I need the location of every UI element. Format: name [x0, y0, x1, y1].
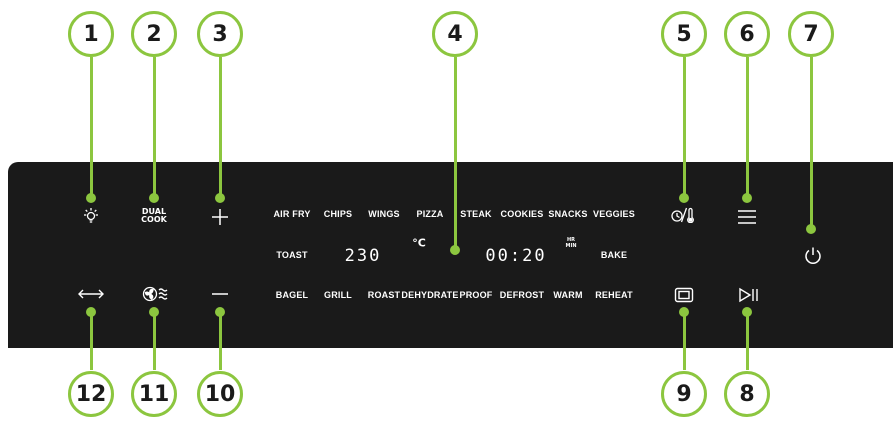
callout-leader-3: [219, 57, 222, 197]
callout-badge-4: 4: [432, 11, 478, 57]
callout-dot-5: [679, 193, 689, 203]
callout-dot-6: [742, 193, 752, 203]
callout-badge-5: 5: [661, 11, 707, 57]
callout-leader-9: [683, 312, 686, 370]
control-panel: [8, 162, 893, 348]
mode-pizza[interactable]: PIZZA: [417, 209, 444, 219]
mode-cookies[interactable]: COOKIES: [501, 209, 544, 219]
sync-button[interactable]: [78, 288, 104, 300]
mode-air-fry[interactable]: AIR FRY: [273, 209, 310, 219]
menu-button[interactable]: [737, 209, 757, 225]
timer-temp-button[interactable]: [671, 207, 697, 223]
play-pause-icon: [738, 287, 760, 303]
dual-cook-label-2: COOK: [141, 215, 167, 224]
callout-dot-9: [679, 307, 689, 317]
mode-defrost[interactable]: DEFROST: [500, 290, 544, 300]
timer-thermometer-icon: [671, 207, 697, 223]
callout-dot-8: [742, 307, 752, 317]
mode-reheat[interactable]: REHEAT: [595, 290, 633, 300]
callout-badge-1: 1: [68, 11, 114, 57]
light-button[interactable]: [82, 207, 100, 225]
oven-window-button[interactable]: [674, 287, 694, 303]
callout-badge-8: 8: [724, 371, 770, 417]
callout-leader-12: [90, 312, 93, 370]
menu-icon: [737, 209, 757, 225]
callout-leader-8: [746, 312, 749, 370]
callout-dot-7: [806, 224, 816, 234]
callout-leader-6: [746, 57, 749, 197]
callout-leader-2: [153, 57, 156, 197]
callout-dot-2: [149, 193, 159, 203]
mode-bake[interactable]: BAKE: [601, 250, 627, 260]
callout-dot-1: [86, 193, 96, 203]
time-display: 00:20: [485, 246, 547, 266]
callout-leader-1: [90, 57, 93, 197]
plus-button[interactable]: [210, 207, 230, 227]
mode-snacks[interactable]: SNACKS: [548, 209, 587, 219]
mode-bagel[interactable]: BAGEL: [276, 290, 309, 300]
fan-speed-button[interactable]: [142, 286, 170, 302]
callout-dot-11: [149, 307, 159, 317]
callout-leader-4: [454, 57, 457, 250]
power-button[interactable]: [803, 246, 823, 266]
callout-badge-2: 2: [131, 11, 177, 57]
callout-leader-11: [153, 312, 156, 370]
callout-badge-7: 7: [788, 11, 834, 57]
start-pause-button[interactable]: [738, 287, 760, 303]
dual-cook-button[interactable]: DUAL COOK: [141, 208, 167, 224]
callout-dot-10: [215, 307, 225, 317]
temperature-display: 230: [344, 246, 382, 266]
mode-roast[interactable]: ROAST: [368, 290, 401, 300]
mode-warm[interactable]: WARM: [553, 290, 582, 300]
callout-badge-9: 9: [661, 371, 707, 417]
callout-badge-12: 12: [68, 371, 114, 417]
callout-leader-10: [219, 312, 222, 370]
callout-leader-7: [810, 57, 813, 229]
power-icon: [803, 246, 823, 266]
time-unit-min: MIN: [565, 243, 577, 249]
callout-dot-4: [450, 245, 460, 255]
callout-badge-3: 3: [197, 11, 243, 57]
callout-badge-11: 11: [131, 371, 177, 417]
minus-icon: [210, 292, 230, 296]
plus-icon: [210, 207, 230, 227]
mode-steak[interactable]: STEAK: [460, 209, 492, 219]
light-bulb-icon: [82, 207, 100, 225]
mode-grill[interactable]: GRILL: [324, 290, 352, 300]
callout-dot-12: [86, 307, 96, 317]
mode-proof[interactable]: PROOF: [459, 290, 492, 300]
fan-speed-icon: [142, 286, 170, 302]
oven-window-icon: [674, 287, 694, 303]
mode-wings[interactable]: WINGS: [368, 209, 400, 219]
callout-badge-10: 10: [197, 371, 243, 417]
callout-leader-5: [683, 57, 686, 197]
callout-dot-3: [215, 193, 225, 203]
mode-veggies[interactable]: VEGGIES: [593, 209, 635, 219]
mode-toast[interactable]: TOAST: [276, 250, 307, 260]
temperature-unit: °C: [412, 236, 426, 250]
mode-dehydrate[interactable]: DEHYDRATE: [401, 290, 458, 300]
time-unit: HR MIN: [565, 237, 576, 249]
minus-button[interactable]: [210, 292, 230, 296]
mode-chips[interactable]: CHIPS: [324, 209, 353, 219]
sync-arrows-icon: [78, 288, 104, 300]
callout-badge-6: 6: [724, 11, 770, 57]
